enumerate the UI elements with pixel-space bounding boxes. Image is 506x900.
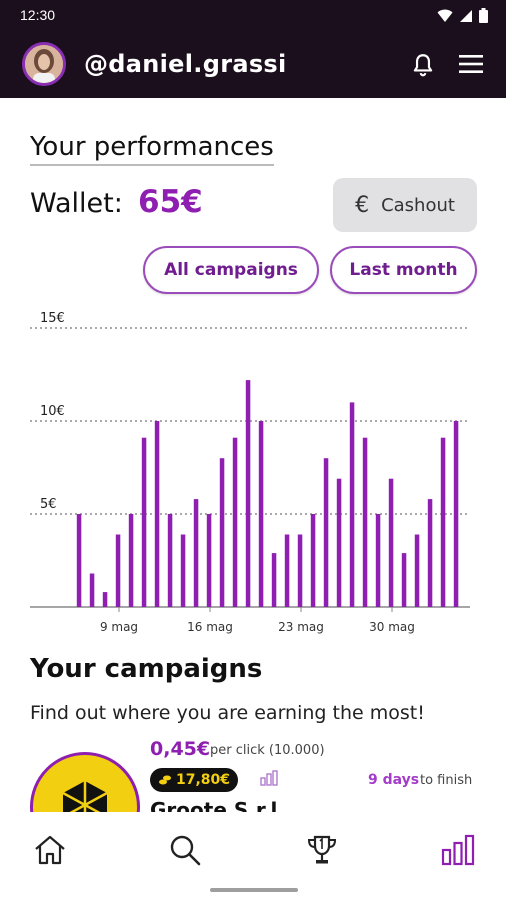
- chart-bar: [284, 534, 290, 607]
- filter-all-campaigns[interactable]: All campaigns: [143, 246, 319, 294]
- chart-bar: [154, 421, 160, 607]
- app-header: @daniel.grassi: [0, 32, 506, 98]
- chart-bar: [271, 553, 277, 607]
- nav-trophy[interactable]: [302, 830, 342, 870]
- chart-bar: [245, 380, 251, 607]
- avatar[interactable]: [22, 42, 66, 86]
- stats-icon: [441, 834, 475, 866]
- bottom-navigation: [0, 812, 506, 900]
- wallet-amount: 65€: [138, 184, 203, 220]
- nav-home[interactable]: [30, 830, 70, 870]
- x-tick-label: 16 mag: [187, 620, 233, 634]
- status-bar: 12:30: [0, 0, 506, 32]
- home-icon: [35, 835, 65, 865]
- chart-bar: [453, 421, 459, 607]
- campaign-logo-mark: [62, 781, 108, 812]
- status-icons: [437, 8, 488, 23]
- chart-bar: [297, 534, 303, 607]
- chart-bar: [375, 514, 381, 607]
- chart-bar: [258, 421, 264, 607]
- y-tick-label: 5€: [40, 497, 57, 512]
- x-tick-label: 23 mag: [278, 620, 324, 634]
- chart-bar: [310, 514, 316, 607]
- chart-bar: [232, 437, 238, 607]
- y-tick-label: 15€: [40, 311, 65, 326]
- campaign-price: 0,45€: [150, 738, 211, 760]
- chart-bar: [141, 437, 147, 607]
- campaign-logo: [30, 752, 140, 812]
- filter-last-month[interactable]: Last month: [330, 246, 477, 294]
- chart-bar: [76, 514, 82, 607]
- cashout-label: Cashout: [381, 194, 455, 216]
- campaign-card[interactable]: 0,45€ per click (10.000) 17,80€ 9 days t…: [0, 738, 506, 812]
- campaign-name: Groote S.r.l.: [150, 798, 285, 812]
- wifi-icon: [437, 9, 453, 22]
- euro-icon: €: [355, 192, 370, 218]
- chart-bar: [336, 478, 342, 607]
- y-tick-label: 10€: [40, 404, 65, 419]
- chart-bar: [362, 437, 368, 607]
- chart-bar: [401, 553, 407, 607]
- chart-bar: [128, 514, 134, 607]
- chart-bar: [323, 458, 329, 607]
- campaign-days: 9 days: [368, 772, 420, 788]
- earnings-chart: 15€ 10€ 5€ 9 mag 16 mag 23 mag 30 mag: [30, 311, 470, 634]
- chart-bar: [167, 514, 173, 607]
- x-tick-label: 30 mag: [369, 620, 415, 634]
- menu-icon[interactable]: [459, 54, 483, 74]
- campaign-earned-badge: 17,80€: [150, 768, 239, 792]
- x-tick-label: 9 mag: [100, 620, 138, 634]
- signal-icon: [460, 9, 472, 22]
- chart-bar: [89, 573, 95, 607]
- nav-search[interactable]: [165, 830, 205, 870]
- avatar-image: [25, 45, 63, 83]
- chart-bar: [349, 402, 355, 607]
- wallet-label: Wallet:: [30, 188, 123, 219]
- trophy-icon: [307, 835, 337, 864]
- chart-bar: [206, 514, 212, 607]
- chart-bar: [427, 499, 433, 607]
- chart-bar: [219, 458, 225, 607]
- performance-title: Your performances: [30, 132, 274, 166]
- chart-bar: [102, 592, 108, 607]
- chart-bar: [193, 499, 199, 607]
- campaign-per-click: per click (10.000): [210, 743, 325, 758]
- chart-bar: [180, 534, 186, 607]
- campaign-earned: 17,80€: [176, 772, 231, 788]
- mini-stats-icon[interactable]: [260, 770, 278, 786]
- username[interactable]: @daniel.grassi: [84, 50, 287, 78]
- campaign-days-tail: to finish: [420, 773, 473, 788]
- chart-bar: [440, 437, 446, 607]
- gesture-bar: [210, 888, 298, 892]
- campaigns-title: Your campaigns: [30, 654, 263, 684]
- campaigns-subtitle: Find out where you are earning the most!: [30, 702, 425, 724]
- chart-bar: [414, 534, 420, 607]
- battery-icon: [479, 8, 488, 23]
- search-icon: [170, 835, 201, 866]
- chart-bar: [115, 534, 121, 607]
- status-time: 12:30: [20, 7, 56, 23]
- nav-stats[interactable]: [438, 830, 478, 870]
- cashout-button[interactable]: € Cashout: [333, 178, 477, 232]
- coins-icon: [159, 775, 171, 785]
- bell-icon[interactable]: [410, 52, 436, 78]
- chart-bar: [388, 478, 394, 607]
